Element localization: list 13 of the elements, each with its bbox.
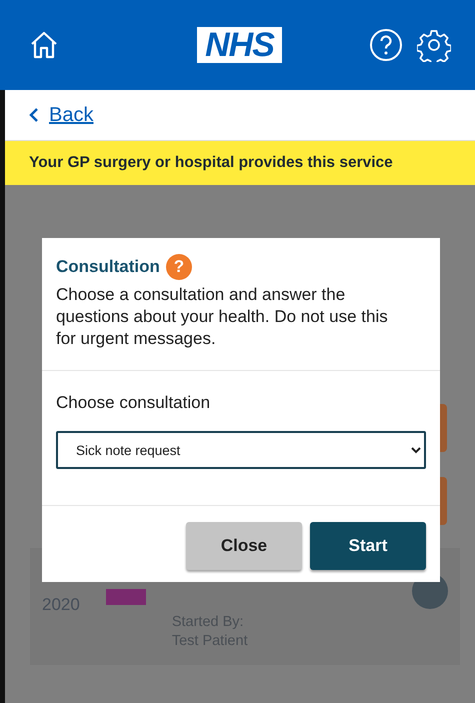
help-icon[interactable] — [368, 28, 403, 62]
logo: NHS — [197, 27, 282, 63]
start-button[interactable]: Start — [310, 522, 426, 570]
chevron-left-icon — [29, 108, 39, 122]
settings-icon[interactable] — [416, 28, 451, 62]
back-link[interactable]: Back — [29, 104, 94, 126]
dialog-description: Choose a consultation and answer the questions about your health. Do not use this for urgent messages. — [56, 284, 389, 350]
select-label: Choose consultation — [56, 393, 212, 413]
info-banner: Your GP surgery or hospital provides this service — [5, 141, 475, 185]
dialog-title: Consultation — [56, 257, 160, 277]
close-button[interactable]: Close — [186, 522, 302, 570]
consultation-select[interactable]: Sick note request — [56, 431, 426, 469]
message-icon — [106, 589, 146, 605]
